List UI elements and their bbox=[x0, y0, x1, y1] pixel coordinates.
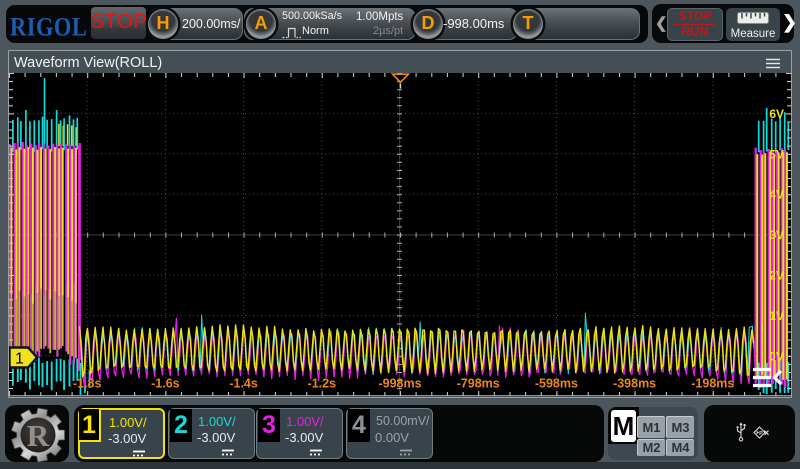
svg-text:2V: 2V bbox=[769, 269, 784, 283]
svg-text:5V: 5V bbox=[769, 147, 784, 161]
svg-text:0V: 0V bbox=[769, 349, 784, 363]
svg-text:-398ms: -398ms bbox=[613, 377, 656, 391]
svg-text:3V: 3V bbox=[769, 228, 784, 242]
svg-text:4V: 4V bbox=[769, 188, 784, 202]
svg-text:6V: 6V bbox=[769, 107, 784, 121]
svg-text:-1.2s: -1.2s bbox=[308, 377, 337, 391]
svg-text:1V: 1V bbox=[769, 309, 784, 323]
svg-text:-1.8s: -1.8s bbox=[73, 377, 102, 391]
svg-text:-198ms: -198ms bbox=[691, 377, 734, 391]
svg-text:-598ms: -598ms bbox=[535, 377, 578, 391]
svg-text:-798ms: -798ms bbox=[457, 377, 500, 391]
svg-text:-1.4s: -1.4s bbox=[229, 377, 258, 391]
svg-text:-998ms: -998ms bbox=[378, 377, 421, 391]
svg-text:-1.6s: -1.6s bbox=[151, 377, 180, 391]
svg-text:R: R bbox=[27, 418, 50, 453]
svg-text:1: 1 bbox=[15, 351, 24, 368]
svg-text:P: P bbox=[759, 431, 763, 437]
